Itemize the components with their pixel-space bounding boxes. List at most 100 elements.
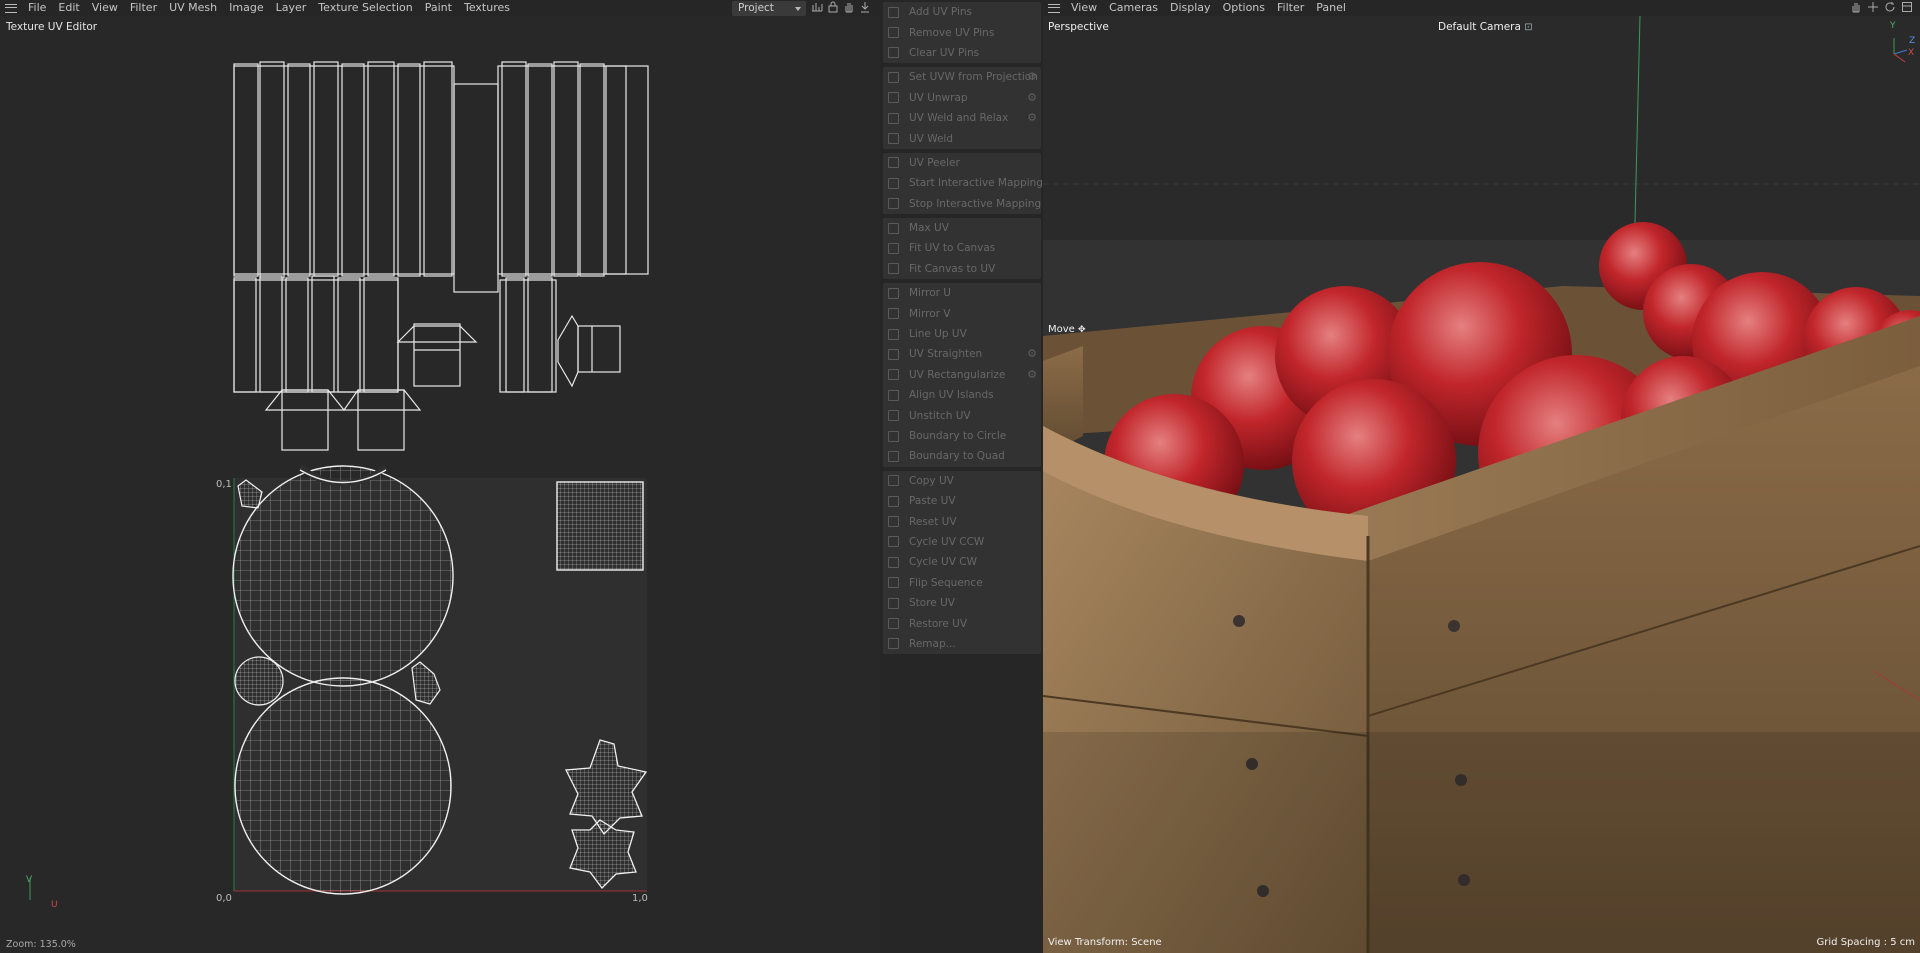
gear-icon[interactable]: ⚙ bbox=[1026, 368, 1038, 381]
perspective-viewport[interactable]: View Cameras Display Options Filter Panel bbox=[1043, 0, 1920, 953]
add-uv-pins-button[interactable]: Add UV Pins bbox=[883, 2, 1041, 22]
boundary-to-circle-button[interactable]: Boundary to Circle bbox=[883, 426, 1041, 446]
uv-weld-and-relax-button[interactable]: UV Weld and Relax ⚙ bbox=[883, 108, 1041, 128]
command-label: Restore UV bbox=[909, 617, 968, 630]
viewport-menu-cameras[interactable]: Cameras bbox=[1103, 0, 1164, 16]
hand-icon[interactable] bbox=[842, 1, 856, 15]
viewport-menu-display[interactable]: Display bbox=[1164, 0, 1217, 16]
cw-icon bbox=[888, 556, 899, 568]
uv-peeler-button[interactable]: UV Peeler bbox=[883, 153, 1041, 173]
menu-edit[interactable]: Edit bbox=[52, 0, 85, 16]
panel-title: Texture UV Editor bbox=[6, 21, 98, 33]
rotate-icon[interactable] bbox=[1883, 1, 1897, 15]
restore-icon bbox=[888, 618, 899, 630]
viewport-menu-panel[interactable]: Panel bbox=[1310, 0, 1352, 16]
scene-render[interactable] bbox=[1043, 16, 1920, 953]
weld-relax-icon bbox=[888, 112, 899, 124]
menu-view[interactable]: View bbox=[86, 0, 124, 16]
lock-icon[interactable] bbox=[826, 1, 840, 15]
uv-axis-gizmo bbox=[29, 878, 31, 900]
tool-name: Move bbox=[1048, 324, 1075, 335]
ccw-icon bbox=[888, 536, 899, 548]
start-interactive-mapping-button[interactable]: Start Interactive Mapping bbox=[883, 173, 1043, 193]
menu-file[interactable]: File bbox=[22, 0, 52, 16]
u-max-label: 1,0 bbox=[632, 893, 648, 904]
menu-image[interactable]: Image bbox=[223, 0, 269, 16]
circle-icon bbox=[888, 430, 899, 442]
reset-uv-button[interactable]: Reset UV bbox=[883, 511, 1041, 531]
uv-rectangularize-button[interactable]: UV Rectangularize ⚙ bbox=[883, 365, 1041, 385]
viewport-menubar: View Cameras Display Options Filter Panel bbox=[1043, 0, 1920, 16]
command-label: Flip Sequence bbox=[909, 576, 983, 589]
hamburger-menu-icon[interactable] bbox=[1043, 0, 1065, 16]
fit-canvas-to-uv-button[interactable]: Fit Canvas to UV bbox=[883, 259, 1041, 279]
crate-uv-islands bbox=[233, 61, 649, 451]
command-label: Add UV Pins bbox=[909, 6, 973, 19]
copy-uv-button[interactable]: Copy UV bbox=[883, 471, 1041, 491]
cycle-uv-cw-button[interactable]: Cycle UV CW bbox=[883, 552, 1041, 572]
viewport-menu-options[interactable]: Options bbox=[1217, 0, 1271, 16]
hamburger-menu-icon[interactable] bbox=[0, 0, 22, 16]
paste-uv-button[interactable]: Paste UV bbox=[883, 491, 1041, 511]
viewport-menu-view[interactable]: View bbox=[1065, 0, 1103, 16]
uv-straighten-button[interactable]: UV Straighten ⚙ bbox=[883, 344, 1041, 364]
projection-icon bbox=[888, 71, 899, 83]
stop-interactive-mapping-button[interactable]: Stop Interactive Mapping bbox=[883, 194, 1041, 214]
set-uvw-from-projection-button[interactable]: Set UVW from Projection ⚙ bbox=[883, 67, 1041, 87]
viewport-menu-filter[interactable]: Filter bbox=[1271, 0, 1310, 16]
cycle-uv-ccw-button[interactable]: Cycle UV CCW bbox=[883, 532, 1041, 552]
remap-icon bbox=[888, 638, 899, 650]
gear-icon[interactable]: ⚙ bbox=[1026, 348, 1038, 360]
paste-icon bbox=[888, 495, 899, 507]
download-icon[interactable] bbox=[858, 1, 872, 15]
bar-chart-icon[interactable] bbox=[810, 1, 824, 15]
command-label: Line Up UV bbox=[909, 328, 967, 341]
uv-weld-button[interactable]: UV Weld bbox=[883, 128, 1041, 148]
mirror-v-button[interactable]: Mirror V bbox=[883, 303, 1041, 323]
command-label: Boundary to Quad bbox=[909, 450, 1005, 463]
command-label: UV Straighten bbox=[909, 348, 983, 361]
command-label: Copy UV bbox=[909, 474, 954, 487]
project-dropdown[interactable]: Project bbox=[732, 1, 806, 16]
command-label: Unstitch UV bbox=[909, 409, 971, 422]
menu-paint[interactable]: Paint bbox=[419, 0, 458, 16]
gear-icon[interactable]: ⚙ bbox=[1026, 111, 1038, 124]
boundary-to-quad-button[interactable]: Boundary to Quad bbox=[883, 446, 1041, 466]
restore-uv-button[interactable]: Restore UV bbox=[883, 613, 1041, 633]
command-label: Cycle UV CCW bbox=[909, 535, 985, 548]
origin-label: 0,0 bbox=[216, 893, 232, 904]
v-max-label: 0,1 bbox=[216, 479, 232, 490]
menu-texture-selection[interactable]: Texture Selection bbox=[312, 0, 418, 16]
clear-uv-pins-button[interactable]: Clear UV Pins bbox=[883, 43, 1041, 63]
fit-icon bbox=[888, 242, 899, 254]
chevron-down-icon bbox=[795, 7, 801, 11]
gear-icon[interactable]: ⚙ bbox=[1026, 91, 1038, 104]
store-uv-button[interactable]: Store UV bbox=[883, 593, 1041, 613]
menu-layer[interactable]: Layer bbox=[270, 0, 313, 16]
move-icon[interactable] bbox=[1866, 1, 1880, 15]
gear-icon[interactable]: ⚙ bbox=[1026, 71, 1038, 83]
menu-filter[interactable]: Filter bbox=[124, 0, 163, 16]
hand-icon[interactable] bbox=[1849, 1, 1863, 15]
line-up-uv-button[interactable]: Line Up UV bbox=[883, 324, 1041, 344]
max-uv-button[interactable]: Max UV bbox=[883, 218, 1041, 238]
fit-uv-to-canvas-button[interactable]: Fit UV to Canvas bbox=[883, 238, 1041, 258]
mirror-u-button[interactable]: Mirror U bbox=[883, 283, 1041, 303]
command-label: Cycle UV CW bbox=[909, 556, 977, 569]
maximize-icon[interactable] bbox=[1900, 1, 1914, 15]
menu-textures[interactable]: Textures bbox=[458, 0, 516, 16]
command-label: UV Unwrap bbox=[909, 91, 968, 104]
command-label: Boundary to Circle bbox=[909, 430, 1007, 442]
remove-uv-pins-button[interactable]: Remove UV Pins bbox=[883, 22, 1041, 42]
remap-button[interactable]: Remap... bbox=[883, 634, 1041, 654]
align-uv-islands-button[interactable]: Align UV Islands bbox=[883, 385, 1041, 405]
command-group: UV Peeler Start Interactive Mapping Stop I… bbox=[883, 152, 1043, 214]
uv-canvas[interactable] bbox=[0, 40, 880, 900]
stop-icon bbox=[888, 198, 899, 210]
unstitch-uv-button[interactable]: Unstitch UV bbox=[883, 405, 1041, 425]
uv-unwrap-button[interactable]: UV Unwrap ⚙ bbox=[883, 88, 1041, 108]
menu-uv-mesh[interactable]: UV Mesh bbox=[163, 0, 223, 16]
command-label: Fit Canvas to UV bbox=[909, 262, 996, 275]
flip-sequence-button[interactable]: Flip Sequence bbox=[883, 573, 1041, 593]
camera-selector[interactable]: Default Camera ⊡ bbox=[1438, 21, 1533, 33]
